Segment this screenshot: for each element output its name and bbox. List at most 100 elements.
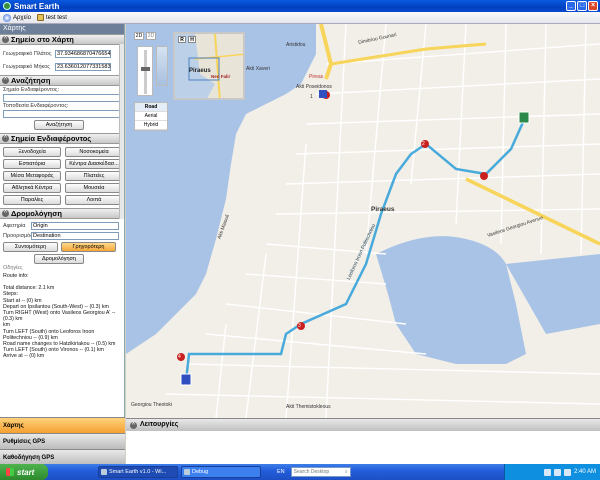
poi-sports-button[interactable]: Αθλητικά Κέντρα	[3, 183, 61, 193]
origin-row: Αφετηρία Origin	[0, 221, 124, 231]
latitude-row: Γεωγραφικό Πλάτος 37.934686870476654	[0, 49, 124, 59]
functions-panel: ^ Λειτουργίες	[126, 418, 600, 464]
map-type-selector: Road Aerial Hybrid	[134, 102, 168, 131]
menu-file[interactable]: Αρχείο	[3, 13, 31, 22]
title-bar: Smart Earth _ □ ×	[0, 0, 600, 12]
tab-map[interactable]: Χάρτης	[0, 417, 125, 433]
maximize-button[interactable]: □	[577, 1, 587, 11]
bottom-tabs: Χάρτης Ρυθμίσεις GPS Καθοδήγηση GPS	[0, 417, 125, 465]
map-label-akti-themistokleous: Akti Themistokleous	[286, 404, 331, 410]
menu-file-label: Αρχείο	[13, 14, 31, 21]
poi-transport-button[interactable]: Μέσα Μεταφοράς	[3, 171, 61, 181]
overview-map[interactable]: R H Piraeus Neo Falir	[173, 32, 245, 100]
origin-label: Αφετηρία	[3, 223, 26, 229]
menu-user[interactable]: test test	[36, 14, 67, 21]
functions-panel-title: Λειτουργίες	[140, 421, 179, 428]
waypoint-marker[interactable]: 4	[178, 354, 181, 360]
map-label-piraeus: Piraeus	[371, 206, 395, 213]
tab-gps-settings[interactable]: Ρυθμίσεις GPS	[0, 433, 125, 449]
taskbar-item-smart-earth[interactable]: Smart Earth v1.0 - Wi...	[98, 466, 178, 478]
map-type-aerial[interactable]: Aerial	[135, 112, 167, 121]
route-info-line: Arrive at -- (0) km	[3, 353, 45, 360]
location-search-input[interactable]	[3, 110, 121, 118]
section-routing[interactable]: ^ Δρομολόγηση	[0, 208, 124, 219]
network-icon[interactable]	[543, 468, 551, 476]
map-type-hybrid[interactable]: Hybrid	[135, 121, 167, 130]
mode-2d-button[interactable]: 2D	[134, 32, 144, 40]
overview-road-button[interactable]: R	[178, 36, 186, 43]
menu-user-label: test test	[45, 14, 67, 21]
poi-hospitals-button[interactable]: Νοσοκομεία	[65, 147, 123, 157]
poi-entertainment-button[interactable]: Κέντρα Διασκέδασ...	[65, 159, 123, 169]
fastest-route-button[interactable]: Γρηγορότερη	[61, 242, 116, 252]
close-button[interactable]: ×	[588, 1, 598, 11]
functions-panel-header[interactable]: ^ Λειτουργίες	[126, 419, 600, 431]
mode-3d-button[interactable]: 3D	[146, 32, 156, 40]
user-menu-icon	[36, 14, 44, 21]
chevron-up-icon: ^	[2, 77, 9, 84]
taskbar-item-debug[interactable]: Debug	[181, 466, 261, 478]
poi-beaches-button[interactable]: Παραλίες	[3, 195, 61, 205]
clock[interactable]: 2:40 AM	[574, 469, 596, 475]
route-info-line: Turn RIGHT (West) onto Vasileos Georgiou…	[3, 310, 116, 323]
destination-field[interactable]: Destination	[31, 232, 119, 240]
chevron-up-icon: ^	[2, 36, 9, 43]
section-routing-title: Δρομολόγηση	[11, 208, 62, 218]
longitude-field[interactable]: 23.636012077331583	[55, 63, 111, 71]
left-panel-header: Χάρτης	[0, 24, 124, 34]
section-map-point-title: Σημείο στο Χάρτη	[11, 34, 74, 44]
section-poi[interactable]: ^ Σημεία Ενδιαφέροντος	[0, 133, 124, 144]
route-button[interactable]: Δρομολόγηση	[34, 254, 84, 264]
menu-bar: Αρχείο test test	[0, 12, 600, 24]
map-type-road[interactable]: Road	[135, 103, 167, 112]
shortest-route-button[interactable]: Συντομότερη	[3, 242, 58, 252]
overview-map-canvas	[188, 34, 243, 98]
zoom-slider[interactable]	[137, 46, 153, 96]
poi-museums-button[interactable]: Μουσεία	[65, 183, 123, 193]
overview-label-piraeus: Piraeus	[189, 68, 211, 74]
language-indicator[interactable]: EN	[277, 469, 285, 475]
desktop-search-input[interactable]: Search Desktop ⌕	[290, 467, 351, 477]
overview-hybrid-button[interactable]: H	[188, 36, 196, 43]
start-button[interactable]: start	[0, 464, 48, 480]
route-info-line: Turn LEFT (South) onto Leoforos Iroon Po…	[3, 328, 95, 341]
minimize-button[interactable]: _	[566, 1, 576, 11]
directions-label: Οδηγίες	[3, 265, 23, 271]
waypoint-marker[interactable]: 2	[422, 141, 425, 147]
waypoint-marker[interactable]: 3	[298, 323, 301, 329]
section-map-point[interactable]: ^ Σημείο στο Χάρτη	[0, 34, 124, 45]
waypoint-marker[interactable]: 1	[310, 94, 313, 100]
poi-search-input[interactable]	[3, 94, 121, 102]
route-mode-buttons: Συντομότερη Γρηγορότερη	[0, 241, 124, 253]
longitude-label: Γεωγραφικό Μήκος	[3, 64, 50, 70]
search-button[interactable]: Αναζήτηση	[34, 120, 84, 130]
compass-icon[interactable]	[156, 46, 168, 86]
tab-gps-guidance[interactable]: Καθοδήγηση GPS	[0, 449, 125, 465]
map-label-aristidou: Aristidou	[286, 42, 306, 48]
origin-field[interactable]: Origin	[31, 222, 119, 230]
poi-squares-button[interactable]: Πλατείες	[65, 171, 123, 181]
map-label-georgiou-theotoki: Georgiou Theotoki	[131, 402, 173, 408]
poi-other-button[interactable]: Λοιπά	[65, 195, 123, 205]
volume-icon[interactable]	[553, 468, 561, 476]
poi-hotels-button[interactable]: Ξενοδοχεία	[3, 147, 61, 157]
chevron-up-icon: ^	[130, 421, 137, 429]
destination-label: Προορισμός	[3, 233, 33, 239]
left-panel: Χάρτης ^ Σημείο στο Χάρτη Γεωγραφικό Πλά…	[0, 24, 125, 464]
longitude-row: Γεωγραφικό Μήκος 23.636012077331583	[0, 62, 124, 72]
left-panel-scrollbar[interactable]	[119, 44, 124, 219]
security-icon[interactable]	[563, 468, 571, 476]
zoom-slider-handle[interactable]	[141, 67, 150, 71]
chevron-up-icon: ^	[2, 135, 9, 142]
section-search[interactable]: ^ Αναζήτηση	[0, 75, 124, 86]
search-icon[interactable]: ⌕	[345, 468, 348, 476]
start-label: start	[17, 467, 35, 477]
windows-flag-icon	[6, 468, 14, 476]
latitude-label: Γεωγραφικό Πλάτος	[3, 51, 52, 57]
map-view[interactable]: 1 2 3 4 Piraeus Pireas Vasileos Georgiou…	[126, 24, 600, 418]
overview-label-neo-faliro: Neo Falir	[211, 74, 231, 79]
poi-restaurants-button[interactable]: Εστιατόρια	[3, 159, 61, 169]
latitude-field[interactable]: 37.934686870476654	[55, 50, 111, 58]
location-search-label: Τοποθεσία Ενδιαφέροντος:	[3, 103, 69, 109]
section-poi-title: Σημεία Ενδιαφέροντος	[11, 133, 92, 143]
